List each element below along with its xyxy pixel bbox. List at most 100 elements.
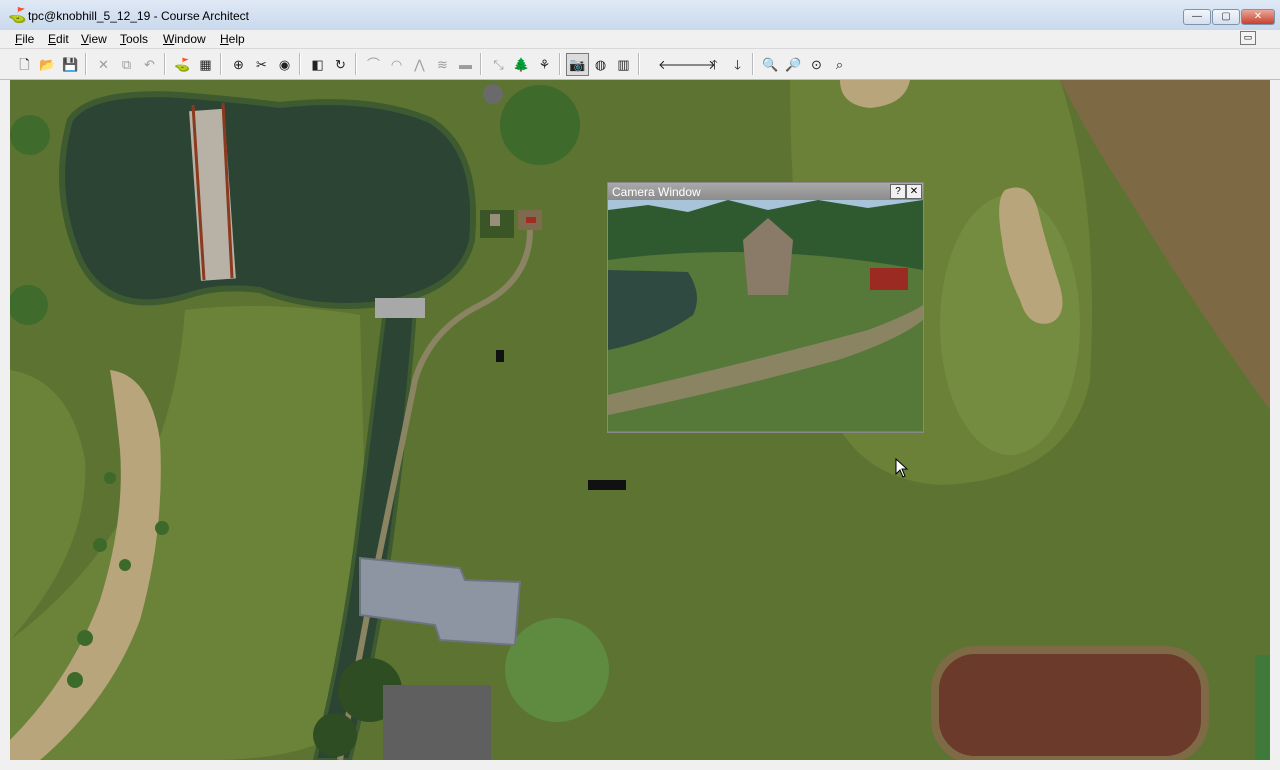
- shrub: [104, 472, 116, 484]
- object-place-icon: ⤡: [493, 57, 504, 72]
- plant-tool-icon: ⚘: [538, 57, 551, 72]
- terrain-peak-button[interactable]: ⋀: [408, 53, 431, 76]
- measure-button[interactable]: ◧: [306, 53, 329, 76]
- toolbar-separator: [559, 53, 561, 75]
- terrain-flatten-button[interactable]: ▬: [454, 53, 477, 76]
- select-target-button[interactable]: ⊕: [227, 53, 250, 76]
- rotate-icon: ↻: [335, 57, 346, 72]
- group-icon: ⧉: [121, 57, 132, 72]
- tree-dark: [313, 713, 357, 757]
- grid-button[interactable]: ▦: [194, 53, 217, 76]
- spline-tool-icon: ✂: [256, 57, 267, 72]
- zoom-in-button[interactable]: 🔍: [759, 53, 782, 76]
- delete-icon: ✕: [98, 57, 109, 72]
- zoom-fit-button[interactable]: ⊙: [805, 53, 828, 76]
- arrow-right-button[interactable]: 🡒: [680, 53, 716, 76]
- windmill: [483, 84, 503, 104]
- golf-flag-icon: ⛳: [8, 7, 27, 24]
- terrain-flatten-icon: ▬: [459, 57, 472, 72]
- terrain-peak-icon: ⋀: [414, 57, 425, 72]
- parking-lot: [383, 685, 491, 760]
- shrub: [119, 559, 131, 571]
- window-frame-bottom: [0, 760, 1280, 770]
- toolbar-separator: [355, 53, 357, 75]
- terrain-raise-icon: ⌒: [366, 57, 380, 72]
- toolbar-separator: [164, 53, 166, 75]
- toolbar: 🗋 📂 💾 ✕ ⧉ ↶ ⛳ ▦ ⊕ ✂ ◉ ◧ ↻ ⌒ ◠ ⋀ ≋ ▬ ⤡ 🌲 ⚘ 📷 ◍ ▥ 🡐 🡒 🡑 🡓 🔍 🔎 ⊙ ⌕: [0, 49, 1280, 80]
- dirt-field: [931, 646, 1209, 760]
- menu-tools[interactable]: Tools: [117, 31, 151, 47]
- arrow-left-button[interactable]: 🡐: [657, 53, 693, 76]
- menu-view[interactable]: View: [78, 31, 110, 47]
- columns-button[interactable]: ▥: [612, 53, 635, 76]
- shrub: [93, 538, 107, 552]
- stone-bridge: [375, 298, 425, 318]
- grid-icon: ▦: [199, 57, 212, 72]
- close-button[interactable]: ✕: [1241, 9, 1275, 25]
- terrain-raise-button[interactable]: ⌒: [362, 53, 385, 76]
- open-folder-icon: 📂: [39, 57, 56, 72]
- zoom-select-button[interactable]: ⌕: [828, 53, 851, 76]
- terrain-round-icon: ◠: [390, 57, 403, 72]
- menu-window[interactable]: Window: [160, 31, 209, 47]
- zoom-out-icon: 🔎: [785, 57, 802, 72]
- arrow-up-button[interactable]: 🡑: [703, 53, 726, 76]
- terrain-round-button[interactable]: ◠: [385, 53, 408, 76]
- menu-help[interactable]: Help: [217, 31, 248, 47]
- camera-position-marker: [496, 350, 504, 362]
- menu-edit[interactable]: Edit: [45, 31, 72, 47]
- terrain-ridge-button[interactable]: ≋: [431, 53, 454, 76]
- zoom-select-icon: ⌕: [835, 57, 844, 72]
- tree: [10, 115, 50, 155]
- compass-button[interactable]: ◉: [273, 53, 296, 76]
- delete-button[interactable]: ✕: [92, 53, 115, 76]
- shrub: [67, 672, 83, 688]
- measure-icon: ◧: [311, 57, 324, 72]
- undo-icon: ↶: [144, 57, 155, 72]
- object-place-button[interactable]: ⤡: [487, 53, 510, 76]
- menu-bar: File Edit View Tools Window Help ▭: [0, 30, 1280, 49]
- zoom-fit-icon: ⊙: [811, 57, 822, 72]
- save-button[interactable]: 💾: [59, 53, 82, 76]
- window-frame-left: [0, 80, 10, 760]
- toolbar-separator: [85, 53, 87, 75]
- globe-view-button[interactable]: ◍: [589, 53, 612, 76]
- tractor-marker: [526, 217, 536, 223]
- camera-close-button[interactable]: ✕: [906, 184, 922, 199]
- new-file-button[interactable]: 🗋: [13, 53, 36, 76]
- maximize-button[interactable]: ▢: [1212, 9, 1240, 25]
- object-marker: [588, 480, 626, 490]
- hole-layout-button[interactable]: ⛳: [171, 53, 194, 76]
- compass-icon: ◉: [278, 57, 291, 72]
- arrow-down-button[interactable]: 🡓: [726, 53, 749, 76]
- spline-tool-button[interactable]: ✂: [250, 53, 273, 76]
- rotate-button[interactable]: ↻: [329, 53, 352, 76]
- shrub: [155, 521, 169, 535]
- camera-window-titlebar[interactable]: Camera Window ? ✕: [608, 183, 923, 200]
- camera-button[interactable]: 📷: [566, 53, 589, 76]
- undo-button[interactable]: ↶: [138, 53, 161, 76]
- toolbar-separator: [480, 53, 482, 75]
- zoom-in-icon: 🔍: [762, 57, 779, 72]
- zoom-out-button[interactable]: 🔎: [782, 53, 805, 76]
- tree-edge-right: [1255, 655, 1270, 760]
- minimize-button[interactable]: —: [1183, 9, 1211, 25]
- tree-button[interactable]: 🌲: [510, 53, 533, 76]
- mdi-restore-button[interactable]: ▭: [1240, 31, 1256, 45]
- camera-preview: [608, 200, 923, 431]
- camera-window[interactable]: Camera Window ? ✕: [607, 182, 924, 433]
- terrain-ridge-icon: ≋: [437, 57, 448, 72]
- shed-roof: [490, 214, 500, 226]
- toolbar-separator: [220, 53, 222, 75]
- open-folder-button[interactable]: 📂: [36, 53, 59, 76]
- window-title: tpc@knobhill_5_12_19 - Course Architect: [28, 9, 249, 23]
- plant-tool-button[interactable]: ⚘: [533, 53, 556, 76]
- menu-file[interactable]: File: [12, 31, 37, 47]
- save-icon: 💾: [62, 57, 79, 72]
- title-bar: ⛳ tpc@knobhill_5_12_19 - Course Architec…: [0, 0, 1280, 31]
- camera-help-button[interactable]: ?: [890, 184, 906, 199]
- globe-view-icon: ◍: [594, 57, 607, 72]
- shrub: [77, 630, 93, 646]
- select-target-icon: ⊕: [233, 57, 244, 72]
- group-button[interactable]: ⧉: [115, 53, 138, 76]
